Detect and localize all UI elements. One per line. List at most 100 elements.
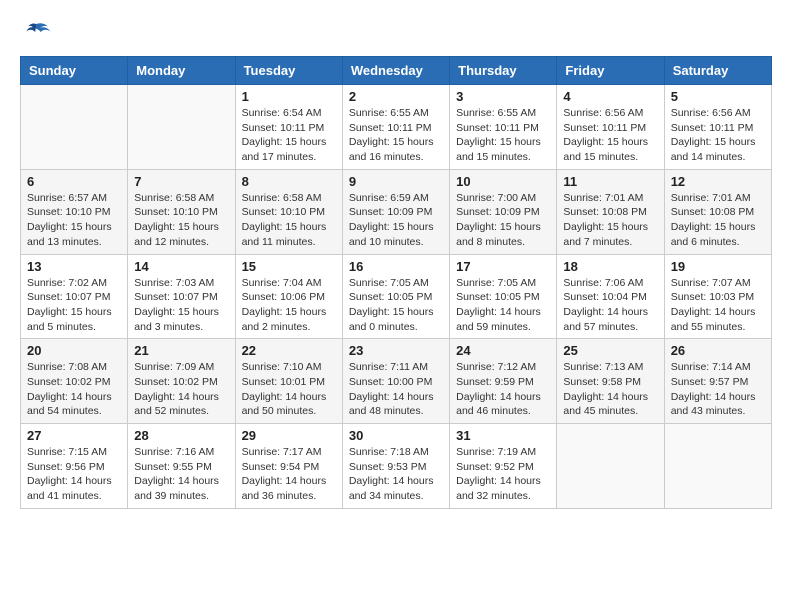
calendar-cell: 16 Sunrise: 7:05 AM Sunset: 10:05 PM Dayl… — [342, 254, 449, 339]
day-info: Sunrise: 7:13 AM Sunset: 9:58 PM Dayligh… — [563, 360, 657, 419]
day-info: Sunrise: 6:55 AM Sunset: 10:11 PM Daylig… — [456, 106, 550, 165]
day-info: Sunrise: 7:16 AM Sunset: 9:55 PM Dayligh… — [134, 445, 228, 504]
day-number: 5 — [671, 89, 765, 104]
day-info: Sunrise: 6:56 AM Sunset: 10:11 PM Daylig… — [671, 106, 765, 165]
calendar-week-row: 13 Sunrise: 7:02 AM Sunset: 10:07 PM Dayl… — [21, 254, 772, 339]
day-info: Sunrise: 7:10 AM Sunset: 10:01 PM Daylig… — [242, 360, 336, 419]
day-info: Sunrise: 7:02 AM Sunset: 10:07 PM Daylig… — [27, 276, 121, 335]
calendar-cell: 30Sunrise: 7:18 AM Sunset: 9:53 PM Dayli… — [342, 424, 449, 509]
day-info: Sunrise: 7:08 AM Sunset: 10:02 PM Daylig… — [27, 360, 121, 419]
calendar-cell: 12 Sunrise: 7:01 AM Sunset: 10:08 PM Dayl… — [664, 169, 771, 254]
weekday-header: Monday — [128, 57, 235, 85]
calendar-cell: 3 Sunrise: 6:55 AM Sunset: 10:11 PM Dayli… — [450, 85, 557, 170]
day-number: 2 — [349, 89, 443, 104]
day-number: 18 — [563, 259, 657, 274]
day-number: 10 — [456, 174, 550, 189]
day-number: 23 — [349, 343, 443, 358]
calendar-cell: 5 Sunrise: 6:56 AM Sunset: 10:11 PM Dayli… — [664, 85, 771, 170]
calendar-table: SundayMondayTuesdayWednesdayThursdayFrid… — [20, 56, 772, 509]
day-info: Sunrise: 7:19 AM Sunset: 9:52 PM Dayligh… — [456, 445, 550, 504]
day-number: 28 — [134, 428, 228, 443]
day-info: Sunrise: 6:58 AM Sunset: 10:10 PM Daylig… — [242, 191, 336, 250]
day-info: Sunrise: 7:01 AM Sunset: 10:08 PM Daylig… — [671, 191, 765, 250]
calendar-cell: 17 Sunrise: 7:05 AM Sunset: 10:05 PM Dayl… — [450, 254, 557, 339]
day-number: 29 — [242, 428, 336, 443]
calendar-week-row: 20 Sunrise: 7:08 AM Sunset: 10:02 PM Dayl… — [21, 339, 772, 424]
calendar-week-row: 27 Sunrise: 7:15 AM Sunset: 9:56 PM Dayli… — [21, 424, 772, 509]
day-info: Sunrise: 7:17 AM Sunset: 9:54 PM Dayligh… — [242, 445, 336, 504]
calendar-cell: 22 Sunrise: 7:10 AM Sunset: 10:01 PM Dayl… — [235, 339, 342, 424]
calendar-cell: 15 Sunrise: 7:04 AM Sunset: 10:06 PM Dayl… — [235, 254, 342, 339]
day-info: Sunrise: 6:54 AM Sunset: 10:11 PM Daylig… — [242, 106, 336, 165]
weekday-header: Tuesday — [235, 57, 342, 85]
calendar-cell: 18 Sunrise: 7:06 AM Sunset: 10:04 PM Dayl… — [557, 254, 664, 339]
calendar-cell — [557, 424, 664, 509]
day-info: Sunrise: 7:03 AM Sunset: 10:07 PM Daylig… — [134, 276, 228, 335]
calendar-cell: 7 Sunrise: 6:58 AM Sunset: 10:10 PM Dayli… — [128, 169, 235, 254]
day-info: Sunrise: 7:15 AM Sunset: 9:56 PM Dayligh… — [27, 445, 121, 504]
day-number: 12 — [671, 174, 765, 189]
weekday-header: Sunday — [21, 57, 128, 85]
day-number: 6 — [27, 174, 121, 189]
day-info: Sunrise: 7:12 AM Sunset: 9:59 PM Dayligh… — [456, 360, 550, 419]
calendar-cell: 9 Sunrise: 6:59 AM Sunset: 10:09 PM Dayli… — [342, 169, 449, 254]
calendar-cell — [21, 85, 128, 170]
calendar-header-row: SundayMondayTuesdayWednesdayThursdayFrid… — [21, 57, 772, 85]
day-number: 25 — [563, 343, 657, 358]
day-info: Sunrise: 7:01 AM Sunset: 10:08 PM Daylig… — [563, 191, 657, 250]
page-header — [20, 20, 772, 48]
calendar-cell: 27 Sunrise: 7:15 AM Sunset: 9:56 PM Dayli… — [21, 424, 128, 509]
calendar-cell: 24 Sunrise: 7:12 AM Sunset: 9:59 PM Dayli… — [450, 339, 557, 424]
logo-icon — [20, 20, 52, 48]
day-number: 26 — [671, 343, 765, 358]
calendar-cell: 4Sunrise: 6:56 AM Sunset: 10:11 PM Dayli… — [557, 85, 664, 170]
logo — [20, 20, 56, 48]
day-info: Sunrise: 6:58 AM Sunset: 10:10 PM Daylig… — [134, 191, 228, 250]
calendar-cell: 11 Sunrise: 7:01 AM Sunset: 10:08 PM Dayl… — [557, 169, 664, 254]
weekday-header: Thursday — [450, 57, 557, 85]
calendar-cell: 23 Sunrise: 7:11 AM Sunset: 10:00 PM Dayl… — [342, 339, 449, 424]
weekday-header: Wednesday — [342, 57, 449, 85]
calendar-cell: 20 Sunrise: 7:08 AM Sunset: 10:02 PM Dayl… — [21, 339, 128, 424]
calendar-cell — [664, 424, 771, 509]
day-number: 3 — [456, 89, 550, 104]
calendar-cell: 8 Sunrise: 6:58 AM Sunset: 10:10 PM Dayli… — [235, 169, 342, 254]
day-number: 8 — [242, 174, 336, 189]
day-info: Sunrise: 7:18 AM Sunset: 9:53 PM Dayligh… — [349, 445, 443, 504]
day-info: Sunrise: 6:57 AM Sunset: 10:10 PM Daylig… — [27, 191, 121, 250]
day-number: 31 — [456, 428, 550, 443]
day-info: Sunrise: 6:55 AM Sunset: 10:11 PM Daylig… — [349, 106, 443, 165]
day-number: 4 — [563, 89, 657, 104]
calendar-cell: 14Sunrise: 7:03 AM Sunset: 10:07 PM Dayl… — [128, 254, 235, 339]
day-number: 1 — [242, 89, 336, 104]
day-info: Sunrise: 7:14 AM Sunset: 9:57 PM Dayligh… — [671, 360, 765, 419]
calendar-cell — [128, 85, 235, 170]
day-number: 7 — [134, 174, 228, 189]
day-number: 15 — [242, 259, 336, 274]
day-info: Sunrise: 7:09 AM Sunset: 10:02 PM Daylig… — [134, 360, 228, 419]
day-number: 21 — [134, 343, 228, 358]
calendar-week-row: 1 Sunrise: 6:54 AM Sunset: 10:11 PM Dayli… — [21, 85, 772, 170]
day-number: 20 — [27, 343, 121, 358]
day-info: Sunrise: 7:05 AM Sunset: 10:05 PM Daylig… — [349, 276, 443, 335]
day-info: Sunrise: 6:59 AM Sunset: 10:09 PM Daylig… — [349, 191, 443, 250]
day-number: 9 — [349, 174, 443, 189]
calendar-cell: 21 Sunrise: 7:09 AM Sunset: 10:02 PM Dayl… — [128, 339, 235, 424]
day-info: Sunrise: 7:05 AM Sunset: 10:05 PM Daylig… — [456, 276, 550, 335]
calendar-cell: 10Sunrise: 7:00 AM Sunset: 10:09 PM Dayl… — [450, 169, 557, 254]
day-number: 19 — [671, 259, 765, 274]
calendar-cell: 29 Sunrise: 7:17 AM Sunset: 9:54 PM Dayli… — [235, 424, 342, 509]
calendar-cell: 1 Sunrise: 6:54 AM Sunset: 10:11 PM Dayli… — [235, 85, 342, 170]
calendar-cell: 31 Sunrise: 7:19 AM Sunset: 9:52 PM Dayli… — [450, 424, 557, 509]
calendar-cell: 25 Sunrise: 7:13 AM Sunset: 9:58 PM Dayli… — [557, 339, 664, 424]
day-number: 17 — [456, 259, 550, 274]
day-number: 13 — [27, 259, 121, 274]
day-number: 27 — [27, 428, 121, 443]
day-number: 16 — [349, 259, 443, 274]
day-info: Sunrise: 7:11 AM Sunset: 10:00 PM Daylig… — [349, 360, 443, 419]
day-number: 11 — [563, 174, 657, 189]
day-number: 24 — [456, 343, 550, 358]
day-info: Sunrise: 7:06 AM Sunset: 10:04 PM Daylig… — [563, 276, 657, 335]
day-info: Sunrise: 7:04 AM Sunset: 10:06 PM Daylig… — [242, 276, 336, 335]
day-number: 22 — [242, 343, 336, 358]
